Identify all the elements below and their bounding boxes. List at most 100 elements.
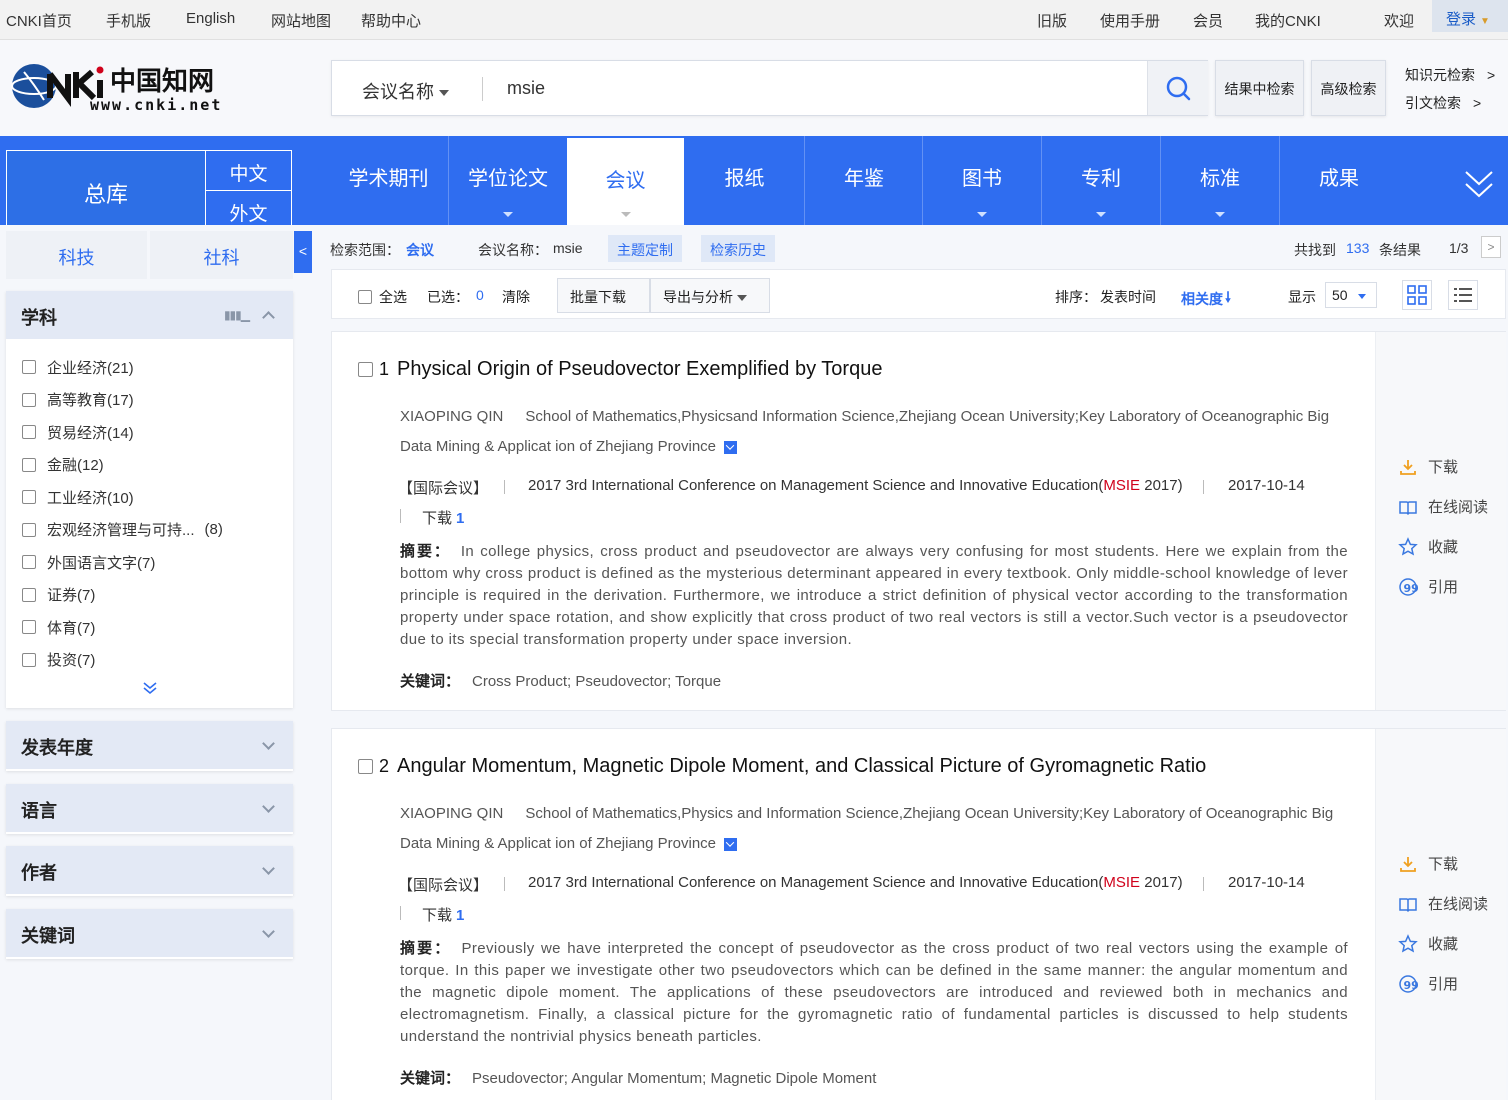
checkbox[interactable]	[22, 652, 36, 667]
scope-value[interactable]: 会议	[406, 240, 434, 260]
nav-patents[interactable]: 专利	[1041, 136, 1160, 225]
cite-button[interactable]: 99 引用	[1398, 576, 1458, 597]
checkbox[interactable]	[22, 587, 36, 602]
nav-expand-button[interactable]	[1462, 164, 1496, 204]
checkbox[interactable]	[22, 555, 36, 570]
select-all-checkbox[interactable]: 全选	[358, 287, 407, 307]
download-button[interactable]: 下载	[1398, 456, 1458, 477]
theme-customize-button[interactable]: 主题定制	[608, 235, 682, 262]
read-online-button[interactable]: 在线阅读	[1398, 893, 1488, 914]
affiliation-link[interactable]: School of Mathematics,Physicsand Informa…	[400, 408, 1329, 455]
nav-total-library[interactable]: 总库	[6, 150, 206, 225]
nav-books[interactable]: 图书	[922, 136, 1041, 225]
facet-subject-item[interactable]: 企业经济(21)	[22, 351, 293, 384]
facet-keyword-header[interactable]: 关键词	[6, 909, 293, 957]
facet-subject-item[interactable]: 宏观经济管理与可持... (8)	[22, 514, 293, 547]
cnki-logo[interactable]: 中国知网 www.cnki.net	[10, 54, 240, 116]
link-old-version[interactable]: 旧版	[1037, 10, 1067, 31]
link-manual[interactable]: 使用手册	[1100, 10, 1160, 31]
page-size-select[interactable]: 50	[1325, 282, 1377, 308]
nav-chinese[interactable]: 中文	[206, 150, 292, 190]
cite-button[interactable]: 99 引用	[1398, 973, 1458, 994]
advanced-search-button[interactable]: 高级检索	[1311, 60, 1386, 116]
expand-affiliation-icon[interactable]	[724, 837, 738, 851]
grid-view-button[interactable]	[1402, 280, 1432, 310]
link-mobile[interactable]: 手机版	[106, 10, 151, 31]
link-cnki-home[interactable]: CNKI首页	[6, 10, 72, 31]
result-title-link[interactable]: Physical Origin of Pseudovector Exemplif…	[397, 358, 882, 381]
search-input[interactable]	[507, 71, 1137, 105]
facet-subject-item[interactable]: 外国语言文字(7)	[22, 546, 293, 579]
conference-link[interactable]: 2017 3rd International Conference on Man…	[528, 874, 1183, 891]
search-button[interactable]	[1147, 61, 1208, 115]
checkbox[interactable]	[22, 490, 36, 505]
author-link[interactable]: XIAOPING QIN	[400, 408, 503, 425]
favorite-button[interactable]: 收藏	[1398, 536, 1458, 557]
link-member[interactable]: 会员	[1193, 10, 1223, 31]
facet-show-more-button[interactable]	[6, 676, 293, 706]
facet-subject-item[interactable]: 贸易经济(14)	[22, 416, 293, 449]
result-checkbox[interactable]	[358, 759, 373, 774]
login-button[interactable]: 登录 ▼	[1432, 0, 1508, 32]
checkbox[interactable]	[22, 522, 36, 537]
facet-subject-item[interactable]: 高等教育(17)	[22, 384, 293, 417]
nav-foreign[interactable]: 外文	[206, 190, 292, 225]
search-in-results-button[interactable]: 结果中检索	[1215, 60, 1304, 116]
next-page-button[interactable]: >	[1481, 236, 1501, 258]
result-count-suffix: 条结果	[1379, 242, 1421, 258]
bar-chart-icon[interactable]: ▮▮▮▁	[224, 308, 250, 322]
knowledge-search-link[interactable]: 知识元检索 >	[1405, 65, 1495, 85]
search-history-button[interactable]: 检索历史	[701, 235, 775, 262]
affiliation-link[interactable]: School of Mathematics,Physics and Inform…	[400, 805, 1333, 852]
facet-subject-header[interactable]: 学科 ▮▮▮▁	[6, 291, 293, 339]
facet-year-header[interactable]: 发表年度	[6, 721, 293, 769]
link-my-cnki[interactable]: 我的CNKI	[1255, 10, 1321, 31]
nav-yearbooks[interactable]: 年鉴	[804, 136, 923, 225]
facet-subject-item[interactable]: 工业经济(10)	[22, 481, 293, 514]
link-sitemap[interactable]: 网站地图	[271, 10, 331, 31]
facet-author-header[interactable]: 作者	[6, 846, 293, 894]
nav-conference[interactable]: 会议	[567, 138, 684, 225]
tab-social-science[interactable]: 社科	[150, 231, 293, 279]
checkbox[interactable]	[358, 290, 372, 304]
read-online-button[interactable]: 在线阅读	[1398, 496, 1488, 517]
checkbox[interactable]	[22, 457, 36, 472]
sort-by-relevance[interactable]: 相关度 🠗	[1181, 287, 1231, 311]
favorite-button[interactable]: 收藏	[1398, 933, 1458, 954]
sidebar-collapse-button[interactable]: <	[294, 231, 312, 273]
nav-journals[interactable]: 学术期刊	[329, 136, 448, 225]
checkbox[interactable]	[22, 620, 36, 635]
nav-theses[interactable]: 学位论文	[448, 136, 567, 225]
conference-link[interactable]: 2017 3rd International Conference on Man…	[528, 477, 1183, 494]
link-help[interactable]: 帮助中心	[361, 10, 421, 31]
keywords-text[interactable]: Cross Product; Pseudovector; Torque	[472, 673, 721, 690]
sort-by-date[interactable]: 发表时间	[1100, 287, 1156, 307]
search-scope-dropdown[interactable]: 会议名称	[362, 78, 449, 104]
nav-standards[interactable]: 标准	[1160, 136, 1279, 225]
link-english[interactable]: English	[186, 10, 235, 27]
facet-subject-item[interactable]: 体育(7)	[22, 611, 293, 644]
chevron-up-icon[interactable]	[262, 311, 275, 324]
result-checkbox[interactable]	[358, 362, 373, 377]
facet-language-header[interactable]: 语言	[6, 784, 293, 832]
export-analysis-button[interactable]: 导出与分析	[650, 278, 770, 313]
nav-achievements[interactable]: 成果	[1279, 136, 1398, 225]
citation-search-link[interactable]: 引文检索 >	[1405, 93, 1481, 113]
facet-subject-item[interactable]: 金融(12)	[22, 449, 293, 482]
batch-download-button[interactable]: 批量下载	[557, 278, 650, 313]
facet-subject-item[interactable]: 证券(7)	[22, 579, 293, 612]
nav-newspapers[interactable]: 报纸	[685, 136, 804, 225]
author-link[interactable]: XIAOPING QIN	[400, 805, 503, 822]
expand-affiliation-icon[interactable]	[724, 440, 738, 454]
clear-button[interactable]: 清除	[502, 287, 530, 307]
tab-science[interactable]: 科技	[6, 231, 147, 279]
checkbox[interactable]	[22, 360, 36, 375]
conf-name-value: msie	[553, 240, 583, 256]
facet-subject-item[interactable]: 投资(7)	[22, 644, 293, 677]
download-button[interactable]: 下载	[1398, 853, 1458, 874]
list-view-button[interactable]	[1448, 280, 1478, 310]
checkbox[interactable]	[22, 392, 36, 407]
keywords-text[interactable]: Pseudovector; Angular Momentum; Magnetic…	[472, 1070, 876, 1087]
checkbox[interactable]	[22, 425, 36, 440]
result-title-link[interactable]: Angular Momentum, Magnetic Dipole Moment…	[397, 755, 1206, 778]
